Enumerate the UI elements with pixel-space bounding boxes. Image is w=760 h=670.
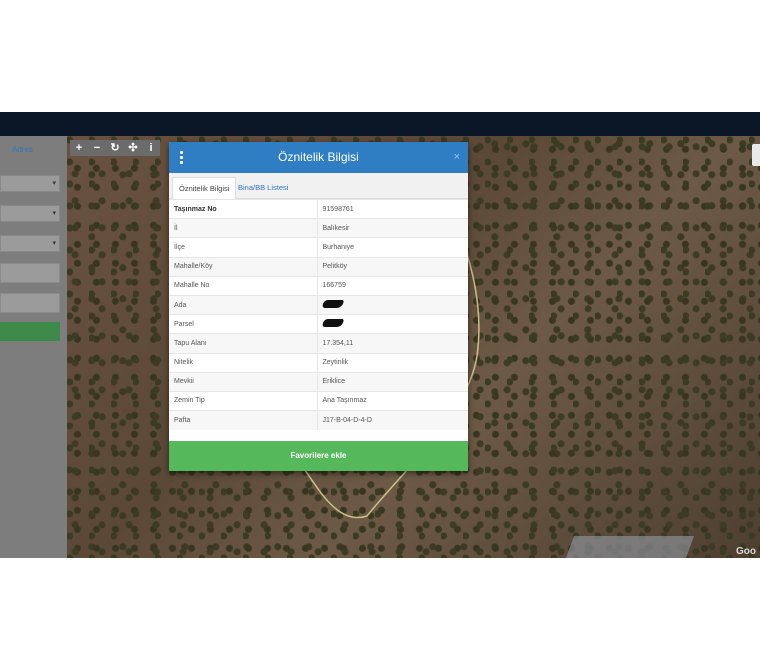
table-row: Taşınmaz No 91598761 bbox=[169, 198, 468, 219]
attribute-value: Zeytinlik bbox=[317, 352, 468, 373]
sidebar-panel: Adres ▾ ▾ ▾ bbox=[0, 136, 67, 558]
chevron-down-icon: ▾ bbox=[52, 180, 56, 187]
attribute-value: Pelitköy bbox=[317, 256, 468, 277]
redacted-mark bbox=[321, 300, 344, 309]
zoom-out-button[interactable]: − bbox=[88, 140, 106, 156]
attribute-value: Eriklice bbox=[317, 371, 468, 392]
info-icon[interactable]: i bbox=[142, 140, 160, 156]
table-row: Mevkii Eriklice bbox=[169, 371, 468, 392]
attribute-key: Mahalle/Köy bbox=[169, 256, 318, 277]
query-button[interactable] bbox=[0, 322, 60, 341]
dialog-tabs: Öznitelik Bilgisi Bina/BB Listesi bbox=[169, 173, 468, 199]
attribute-value bbox=[317, 314, 468, 334]
refresh-icon[interactable]: ↻ bbox=[106, 140, 124, 156]
ilce-select[interactable]: ▾ bbox=[0, 205, 60, 222]
parsel-input[interactable] bbox=[0, 293, 60, 313]
attribute-value: Balıkesir bbox=[317, 218, 468, 238]
attribute-key: Zemin Tip bbox=[169, 390, 318, 411]
attribute-key: Parsel bbox=[169, 314, 318, 334]
table-row: Nitelik Zeytinlik bbox=[169, 352, 468, 373]
table-row: Pafta J17-B-04-D-4-D bbox=[169, 410, 468, 430]
dialog-title: Öznitelik Bilgisi bbox=[278, 150, 359, 164]
attribute-value: J17-B-04-D-4-D bbox=[317, 410, 468, 430]
attribute-key: Mahalle No bbox=[169, 275, 318, 296]
zoom-in-button[interactable]: + bbox=[70, 140, 88, 156]
attribute-key: Ada bbox=[169, 294, 318, 315]
add-favorites-button[interactable]: Favorilere ekle bbox=[169, 441, 468, 471]
chevron-down-icon: ▾ bbox=[52, 240, 56, 247]
map-toolbar: + − ↻ ✣ i bbox=[70, 140, 160, 156]
table-row: İlçe Burhaniye bbox=[169, 237, 468, 258]
table-row: Ada bbox=[169, 294, 468, 315]
attribute-info-dialog: Öznitelik Bilgisi × Öznitelik Bilgisi Bi… bbox=[169, 142, 468, 471]
attribute-key: Taşınmaz No bbox=[169, 198, 318, 219]
attribute-key: Nitelik bbox=[169, 352, 318, 373]
adres-tab[interactable]: Adres bbox=[12, 145, 33, 154]
attribute-value: Burhaniye bbox=[317, 237, 468, 258]
attribute-key: Pafta bbox=[169, 410, 318, 430]
tab-oznitelik[interactable]: Öznitelik Bilgisi bbox=[172, 177, 237, 199]
table-row: Tapu Alanı 17.354,11 bbox=[169, 333, 468, 353]
attribute-value: 166759 bbox=[317, 275, 468, 296]
table-row: Mahalle/Köy Pelitköy bbox=[169, 256, 468, 277]
attribute-value: 91598761 bbox=[317, 198, 468, 219]
top-nav-bar bbox=[0, 112, 760, 136]
table-row: İl Balıkesir bbox=[169, 218, 468, 238]
tab-bina-listesi[interactable]: Bina/BB Listesi bbox=[232, 177, 294, 198]
attribute-value bbox=[317, 294, 468, 315]
close-icon[interactable]: × bbox=[454, 151, 460, 163]
chevron-down-icon: ▾ bbox=[52, 210, 56, 217]
locate-icon[interactable]: ✣ bbox=[124, 140, 142, 156]
road bbox=[565, 536, 695, 558]
attribute-key: İl bbox=[169, 218, 318, 238]
google-attribution: Goo bbox=[736, 546, 756, 557]
attribute-key: Mevkii bbox=[169, 371, 318, 392]
attribute-value: Ana Taşınmaz bbox=[317, 390, 468, 411]
table-row: Mahalle No 166759 bbox=[169, 275, 468, 296]
attribute-table: Taşınmaz No 91598761 İl Balıkesir İlçe Burhan… bbox=[169, 198, 468, 430]
table-row: Zemin Tip Ana Taşınmaz bbox=[169, 390, 468, 411]
mahalle-select[interactable]: ▾ bbox=[0, 235, 60, 252]
attribute-key: İlçe bbox=[169, 237, 318, 258]
redacted-mark bbox=[321, 319, 344, 328]
ada-input[interactable] bbox=[0, 263, 60, 283]
attribute-key: Tapu Alanı bbox=[169, 333, 318, 353]
map-side-button[interactable] bbox=[752, 144, 760, 166]
attribute-value: 17.354,11 bbox=[317, 333, 468, 353]
dialog-header: Öznitelik Bilgisi × bbox=[169, 142, 468, 173]
il-select[interactable]: ▾ bbox=[0, 175, 60, 192]
table-row: Parsel bbox=[169, 314, 468, 334]
